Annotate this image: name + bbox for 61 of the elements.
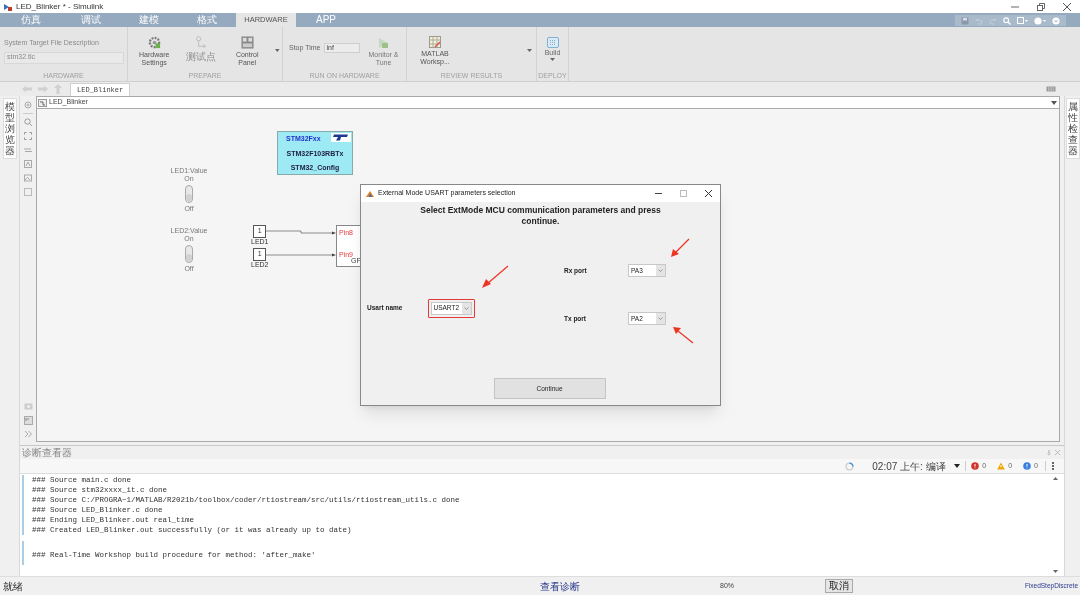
error-icon[interactable] [971,462,980,470]
toggle-switch[interactable] [185,245,193,263]
forward-icon[interactable] [38,85,48,93]
gear-icon [147,36,161,49]
dropdown-arrow-icon[interactable] [1051,100,1057,105]
model-icon [38,98,47,107]
compare-icon[interactable] [1017,16,1028,25]
restore-icon[interactable] [1037,2,1045,11]
workspace-icon [429,36,441,48]
close-icon[interactable] [1063,2,1071,11]
caret-icon [550,58,555,61]
stage-label: 02:07 上午: 编译 [871,460,947,472]
info-icon[interactable] [1023,462,1032,470]
image-icon[interactable] [24,174,32,182]
monitor-icon [378,37,389,49]
expand-icon[interactable] [1052,16,1060,25]
calendar-grid-icon [546,36,559,48]
scroll-down-icon[interactable] [1053,570,1058,573]
annotation-icon[interactable] [24,160,32,168]
scroll-up-icon[interactable] [1053,477,1058,480]
dialog-heading: Select ExtMode MCU communication parameters and press continue. [419,205,662,227]
pin-icon[interactable] [1047,449,1051,456]
maximize-icon[interactable] [680,190,687,197]
redo-icon[interactable] [989,16,997,25]
dropdown-arrow-icon[interactable] [954,464,961,468]
toggle-switch[interactable] [185,185,193,203]
arrows-icon[interactable] [24,146,32,154]
fit-view-icon[interactable] [24,132,32,140]
minimize-icon[interactable] [655,190,662,197]
up-icon[interactable] [54,84,62,94]
search-icon[interactable] [1003,16,1011,25]
panel-title: 诊断查看器 [22,447,72,458]
zoom-icon[interactable] [24,118,32,126]
app-icon [3,1,13,12]
save-icon[interactable] [961,16,969,25]
back-icon[interactable] [22,85,32,93]
panel-icon [240,36,254,49]
app-icon [366,189,374,198]
annotation-arrow [670,238,690,258]
side-tab[interactable]: 模型浏览器 [2,98,17,159]
hide-icon[interactable] [24,101,32,109]
annotation-arrow [481,265,509,289]
area-icon[interactable] [24,188,32,196]
side-tab[interactable]: 属性检查器 [1065,98,1080,159]
signal-line [264,230,336,236]
signal-line [264,253,336,257]
cancel-button[interactable]: 取消 [825,579,853,593]
close-icon[interactable] [705,190,712,197]
warning-icon[interactable] [997,462,1006,470]
undo-icon[interactable] [975,16,983,25]
annotation-arrow [672,326,694,344]
logo-icon [331,133,351,142]
diagnostics-link[interactable]: 查看诊断 [540,578,720,594]
probe-icon [194,36,208,49]
keyboard-icon[interactable] [1046,86,1056,92]
collapse-icon[interactable] [24,431,32,437]
loading-spinner-icon [845,461,855,471]
screenshot-icon[interactable] [23,402,33,410]
window-title: LED_Blinker * - Simulink [16,0,104,13]
status-text: 就绪 [3,579,24,594]
report-icon[interactable] [23,416,33,425]
